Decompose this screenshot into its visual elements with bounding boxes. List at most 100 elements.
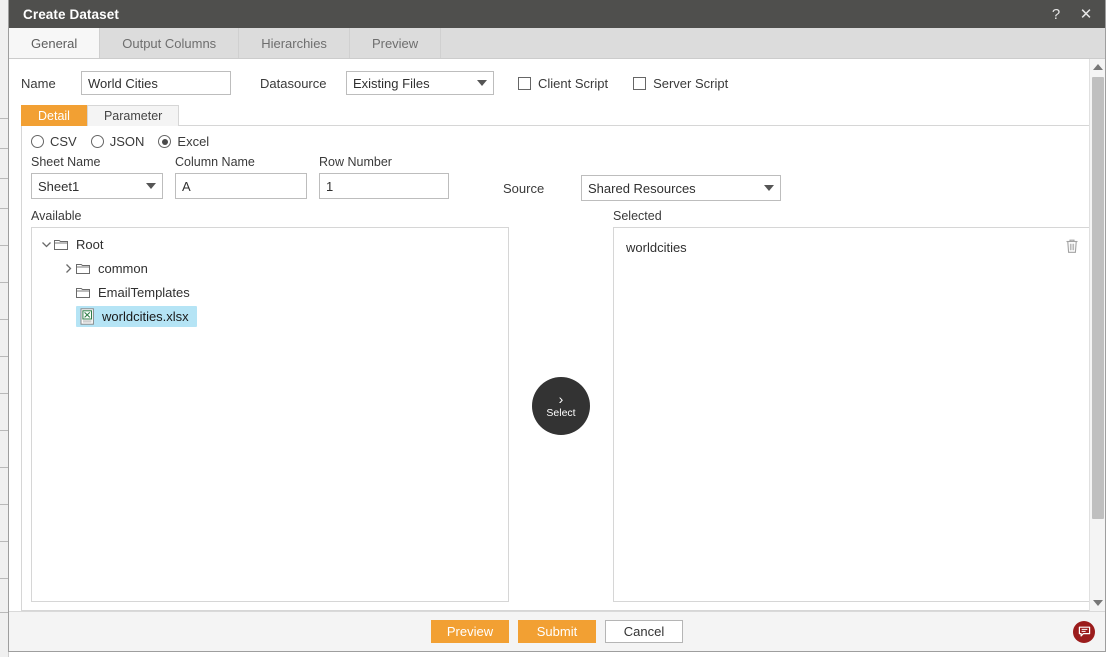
sheet-name-group: Sheet Name Sheet1 [31, 155, 163, 199]
select-button[interactable]: › Select [532, 376, 590, 435]
dialog-footer: Preview Submit Cancel [9, 611, 1105, 651]
folder-icon [54, 238, 68, 250]
source-select-value: Shared Resources [588, 180, 696, 196]
row-number-input[interactable] [319, 173, 449, 199]
format-radio-csv-label: CSV [50, 134, 77, 149]
sheet-name-select-value: Sheet1 [38, 178, 80, 194]
scrollbar-thumb[interactable] [1091, 77, 1104, 519]
triangle-up-icon [1092, 64, 1103, 70]
cancel-button-label: Cancel [623, 624, 665, 639]
tree-node-root-label: Root [76, 236, 104, 252]
tab-general[interactable]: General [9, 28, 101, 58]
name-input[interactable] [81, 71, 231, 95]
submit-button-label: Submit [536, 624, 578, 639]
chevron-down-icon [764, 185, 774, 191]
format-radio-group: CSV JSON Excel [22, 126, 1104, 151]
list-item[interactable]: worldcities [614, 232, 1093, 262]
trash-icon[interactable] [1065, 238, 1079, 257]
help-icon[interactable]: ? [1043, 2, 1069, 26]
detail-panel: CSV JSON Excel Sheet Name Sheet1 Column … [21, 126, 1105, 611]
excel-file-icon [80, 307, 95, 325]
chat-feedback-icon[interactable] [1073, 620, 1095, 643]
general-tab-panel: Name Datasource Existing Files Client Sc… [9, 59, 1105, 611]
triangle-down-icon [1092, 600, 1103, 606]
transfer-lists-row: Available Root common EmailTemplates wor… [22, 201, 1104, 610]
tree-node-emailtemplates-label: EmailTemplates [98, 284, 190, 300]
client-script-label: Client Script [538, 75, 609, 91]
tab-hierarchies-label: Hierarchies [261, 35, 327, 51]
sheet-name-select[interactable]: Sheet1 [31, 173, 163, 199]
submit-button[interactable]: Submit [518, 620, 596, 643]
format-radio-json[interactable]: JSON [90, 134, 145, 149]
preview-button[interactable]: Preview [431, 620, 509, 643]
cancel-button[interactable]: Cancel [605, 620, 683, 643]
scroll-up-button[interactable] [1090, 59, 1106, 75]
dialog-title: Create Dataset [23, 6, 119, 22]
client-script-checkbox[interactable]: Client Script [518, 76, 608, 91]
client-script-checkbox-box [518, 76, 531, 90]
format-radio-excel[interactable]: Excel [158, 134, 209, 149]
selected-label: Selected [613, 209, 662, 223]
radio-json-circle [90, 135, 104, 148]
scrollbar-track[interactable] [1090, 75, 1106, 595]
tree-node-worldcities-xlsx[interactable]: worldcities.xlsx [32, 304, 508, 328]
chevron-down-icon[interactable] [38, 239, 54, 250]
format-radio-json-label: JSON [109, 134, 145, 149]
source-label: Source [503, 180, 545, 196]
tab-preview[interactable]: Preview [350, 28, 442, 58]
server-script-checkbox-box [633, 76, 647, 90]
folder-icon [76, 286, 90, 298]
format-radio-excel-label: Excel [177, 134, 210, 149]
tree-node-worldcities-xlsx-label: worldcities.xlsx [102, 308, 189, 324]
chevron-right-icon[interactable] [60, 263, 76, 274]
datasource-select-value: Existing Files [353, 75, 430, 91]
tab-preview-label: Preview [371, 35, 419, 51]
select-button-label: Select [546, 406, 576, 419]
titlebar-actions: ? ✕ [1043, 2, 1099, 26]
server-script-checkbox[interactable]: Server Script [633, 76, 728, 91]
preview-button-label: Preview [446, 624, 494, 639]
subtab-detail[interactable]: Detail [21, 105, 87, 126]
radio-excel-circle [158, 135, 172, 148]
available-column: Available Root common EmailTemplates wor… [31, 209, 509, 602]
transfer-actions-column: › Select [509, 209, 613, 602]
scroll-down-button[interactable] [1090, 595, 1106, 611]
chevron-right-icon: › [558, 390, 564, 407]
close-icon[interactable]: ✕ [1073, 2, 1099, 26]
vertical-scrollbar[interactable] [1089, 59, 1105, 611]
source-select[interactable]: Shared Resources [581, 175, 781, 201]
tree-node-emailtemplates[interactable]: EmailTemplates [32, 280, 508, 304]
sub-tab-filler [179, 105, 1105, 126]
tab-hierarchies[interactable]: Hierarchies [239, 28, 350, 58]
chevron-down-icon [146, 183, 156, 189]
row-number-group: Row Number [319, 155, 449, 199]
chevron-down-icon [477, 80, 487, 86]
subtab-parameter[interactable]: Parameter [86, 105, 180, 126]
tab-general-label: General [31, 35, 78, 51]
column-name-label: Column Name [175, 155, 255, 169]
name-datasource-row: Name Datasource Existing Files Client Sc… [9, 59, 1105, 105]
subtab-detail-label: Detail [38, 109, 70, 123]
datasource-label: Datasource [260, 75, 327, 91]
tree-node-selection-highlight: worldcities.xlsx [76, 305, 197, 327]
selected-item-label: worldcities [626, 239, 687, 255]
tab-strip: General Output Columns Hierarchies Previ… [9, 28, 1105, 59]
format-radio-csv[interactable]: CSV [31, 134, 77, 149]
source-group: Source Shared Resources [503, 175, 781, 201]
tree-node-root[interactable]: Root [32, 232, 508, 256]
available-label: Available [31, 209, 82, 223]
tab-output-columns[interactable]: Output Columns [100, 28, 240, 58]
datasource-select[interactable]: Existing Files [346, 71, 494, 95]
sheet-name-label: Sheet Name [31, 155, 101, 169]
tree-node-common[interactable]: common [32, 256, 508, 280]
radio-csv-circle [31, 135, 44, 148]
name-label: Name [21, 75, 56, 91]
available-tree[interactable]: Root common EmailTemplates worldcities.x… [31, 227, 509, 602]
subtab-parameter-label: Parameter [103, 109, 163, 123]
selected-list[interactable]: worldcities [613, 227, 1094, 602]
column-name-group: Column Name [175, 155, 307, 199]
column-name-input[interactable] [175, 173, 307, 199]
row-number-label: Row Number [319, 155, 392, 169]
tab-output-columns-label: Output Columns [122, 35, 217, 51]
selected-column: Selected worldcities [613, 209, 1094, 602]
